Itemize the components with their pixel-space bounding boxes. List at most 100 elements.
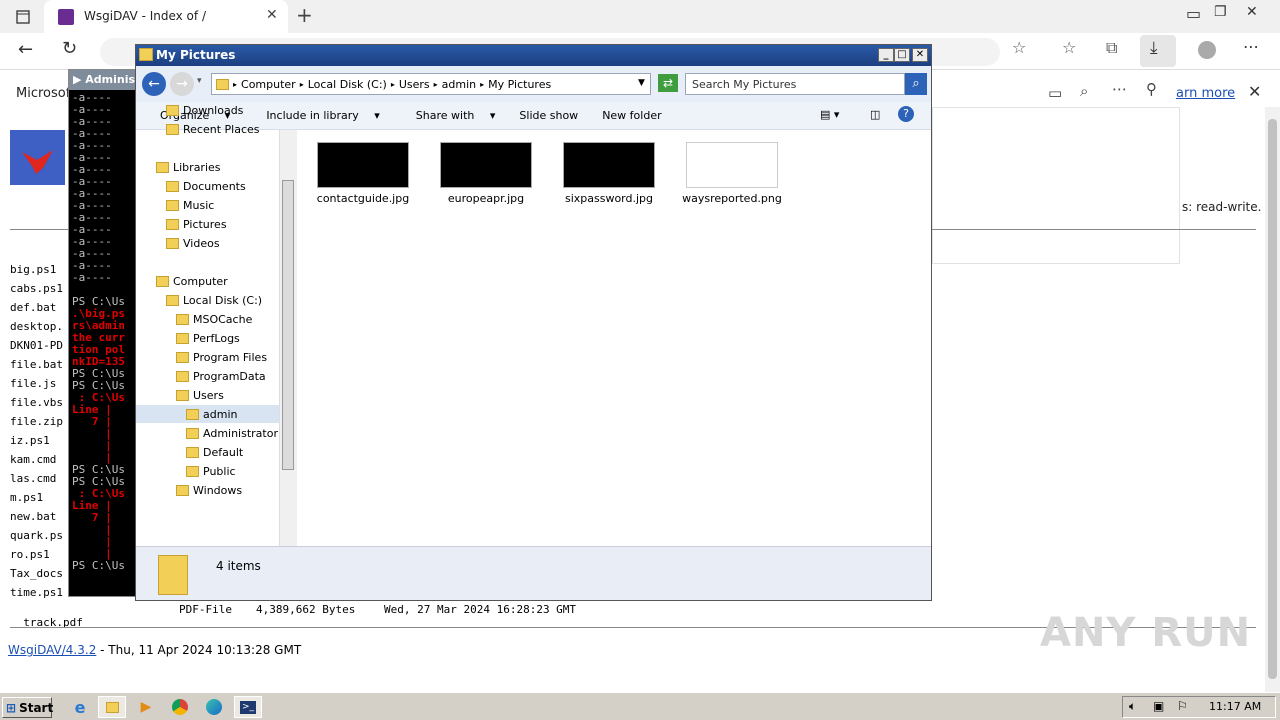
search-icon[interactable]: ⌕ — [1080, 82, 1088, 100]
search-icon[interactable]: ⌕ — [905, 73, 927, 95]
file-link[interactable]: new.bat — [10, 510, 56, 523]
nav-item[interactable]: PerfLogs — [176, 329, 240, 347]
file-name[interactable]: waysreported.png — [672, 192, 792, 205]
back-icon[interactable]: ← — [142, 72, 166, 96]
refresh-icon[interactable]: ↻ — [62, 38, 77, 59]
file-link[interactable]: file.vbs — [10, 396, 63, 409]
media-player-icon[interactable]: ▶ — [132, 696, 160, 718]
more-icon[interactable]: ⋯ — [1243, 37, 1259, 56]
network-icon[interactable]: ▣ — [1153, 699, 1164, 713]
new-folder-button[interactable]: New folder — [590, 109, 673, 122]
file-link[interactable]: big.ps1 — [10, 263, 56, 276]
tab-close-icon[interactable]: ✕ — [266, 7, 278, 23]
address-dropdown-icon[interactable]: ▼ — [638, 78, 645, 88]
tab-actions-icon[interactable] — [12, 6, 34, 28]
file-link[interactable]: def.bat — [10, 301, 56, 314]
nav-scrollbar[interactable] — [279, 130, 296, 546]
include-in-library-button[interactable]: Include in library ▾ — [242, 109, 391, 122]
file-link[interactable]: file.js — [10, 377, 56, 390]
breadcrumb-item[interactable]: Local Disk (C:) — [308, 78, 387, 91]
file-link[interactable]: kam.cmd — [10, 453, 56, 466]
nav-item[interactable]: Videos — [166, 234, 220, 252]
file-link[interactable]: quark.ps — [10, 529, 63, 542]
chrome-icon[interactable] — [166, 696, 194, 718]
downloads-icon[interactable]: ⤓ — [1150, 38, 1158, 58]
pin-icon[interactable]: ⚲ — [1146, 80, 1157, 98]
explorer-taskbar-icon[interactable] — [98, 696, 126, 718]
powershell-taskbar-icon[interactable]: >_ — [234, 696, 262, 718]
minimize-icon[interactable]: ▭ — [1186, 4, 1201, 23]
breadcrumb-arrow-icon[interactable]: ▸ — [233, 80, 237, 89]
profile-avatar[interactable] — [1198, 41, 1216, 59]
wsgidav-version-link[interactable]: WsgiDAV/4.3.2 — [8, 643, 96, 657]
image-thumbnail[interactable] — [317, 142, 409, 188]
edge-icon[interactable] — [200, 696, 228, 718]
file-link[interactable]: Tax_docs — [10, 567, 63, 580]
preview-pane-icon[interactable]: ◫ — [870, 108, 880, 121]
flag-icon[interactable]: ⚐ — [1177, 699, 1188, 713]
forward-icon[interactable]: → — [170, 72, 194, 96]
explorer-title-bar[interactable]: My Pictures _ □ ✕ — [136, 45, 931, 66]
slide-show-button[interactable]: Slide show — [507, 109, 590, 122]
volume-icon[interactable]: 🔈︎ — [1129, 699, 1136, 714]
nav-item[interactable]: Windows — [176, 481, 242, 499]
explorer-window[interactable]: My Pictures _ □ ✕ ← → ▾ ▸ Computer ▸ Local … — [135, 44, 932, 601]
file-link[interactable]: file.bat — [10, 358, 63, 371]
nav-item[interactable]: Default — [186, 443, 243, 461]
new-tab-icon[interactable]: + — [296, 3, 313, 27]
nav-item[interactable]: Documents — [166, 177, 246, 195]
ie-icon[interactable]: e — [66, 696, 94, 718]
nav-item[interactable]: Public — [186, 462, 236, 480]
back-icon[interactable]: ← — [18, 39, 33, 60]
file-name[interactable]: europeapr.jpg — [426, 192, 546, 205]
image-thumbnail[interactable] — [440, 142, 532, 188]
nav-item[interactable]: ProgramData — [176, 367, 266, 385]
breadcrumb-arrow-icon[interactable]: ▸ — [391, 80, 395, 89]
nav-item[interactable]: Local Disk (C:) — [166, 291, 262, 309]
breadcrumb-arrow-icon[interactable]: ▸ — [300, 80, 304, 89]
minimize-button[interactable]: _ — [878, 48, 894, 62]
nav-item[interactable]: Users — [176, 386, 224, 404]
nav-item[interactable]: Downloads — [166, 101, 243, 119]
page-scrollbar[interactable] — [1265, 107, 1280, 692]
search-input[interactable]: Search My Pictures — [685, 73, 905, 95]
restore-icon[interactable]: ❐ — [1214, 4, 1227, 20]
help-icon[interactable]: ? — [898, 106, 914, 122]
powershell-window[interactable]: ▶ Adminis -a---- -a---- -a---- -a---- -a----… — [68, 69, 139, 597]
nav-item[interactable]: Recent Places — [166, 120, 260, 138]
nav-item[interactable]: Music — [166, 196, 214, 214]
file-link[interactable]: desktop. — [10, 320, 63, 333]
collections-icon[interactable]: ⧉ — [1106, 38, 1117, 58]
breadcrumb-arrow-icon[interactable]: ▸ — [434, 80, 438, 89]
learn-more-link[interactable]: arn more — [1176, 86, 1235, 101]
view-icon[interactable]: ▤ ▾ — [820, 108, 839, 121]
file-link[interactable]: ro.ps1 — [10, 548, 50, 561]
file-link[interactable]: time.ps1 — [10, 586, 63, 599]
recent-pages-icon[interactable]: ▾ — [197, 76, 202, 86]
breadcrumb-item[interactable]: Computer — [241, 78, 296, 91]
breadcrumb-item[interactable]: Users — [399, 78, 430, 91]
browser-tab[interactable]: WsgiDAV - Index of / ✕ — [44, 0, 288, 33]
add-favorite-icon[interactable]: ☆ — [1012, 38, 1026, 57]
file-link[interactable]: DKN01-PD — [10, 339, 63, 352]
file-link[interactable]: las.cmd — [10, 472, 56, 485]
file-link[interactable]: iz.ps1 — [10, 434, 50, 447]
nav-item[interactable]: Computer — [156, 272, 228, 290]
file-name[interactable]: sixpassword.jpg — [549, 192, 669, 205]
start-button[interactable]: ⊞ Start — [2, 697, 53, 718]
favorites-icon[interactable]: ☆ — [1062, 38, 1076, 57]
close-window-icon[interactable]: ✕ — [1246, 4, 1258, 20]
breadcrumb-item[interactable]: admin — [442, 78, 476, 91]
console-title-bar[interactable]: ▶ Adminis — [69, 70, 139, 90]
breadcrumb[interactable]: ▸ Computer ▸ Local Disk (C:) ▸ Users ▸ admin ▸ My… — [211, 73, 651, 95]
nav-item[interactable]: Administrator — [186, 424, 278, 442]
nav-item[interactable]: Pictures — [166, 215, 227, 233]
nav-item[interactable]: Libraries — [156, 158, 221, 176]
file-link[interactable]: file.zip — [10, 415, 63, 428]
notification-close-icon[interactable]: ✕ — [1248, 82, 1261, 101]
refresh-icon[interactable]: ⇄ — [658, 74, 678, 92]
close-button[interactable]: ✕ — [912, 48, 928, 62]
folder-icon[interactable]: ▭ — [1048, 84, 1062, 102]
nav-item[interactable]: admin — [136, 405, 279, 423]
more-options-icon[interactable]: ⋯ — [1112, 80, 1127, 98]
